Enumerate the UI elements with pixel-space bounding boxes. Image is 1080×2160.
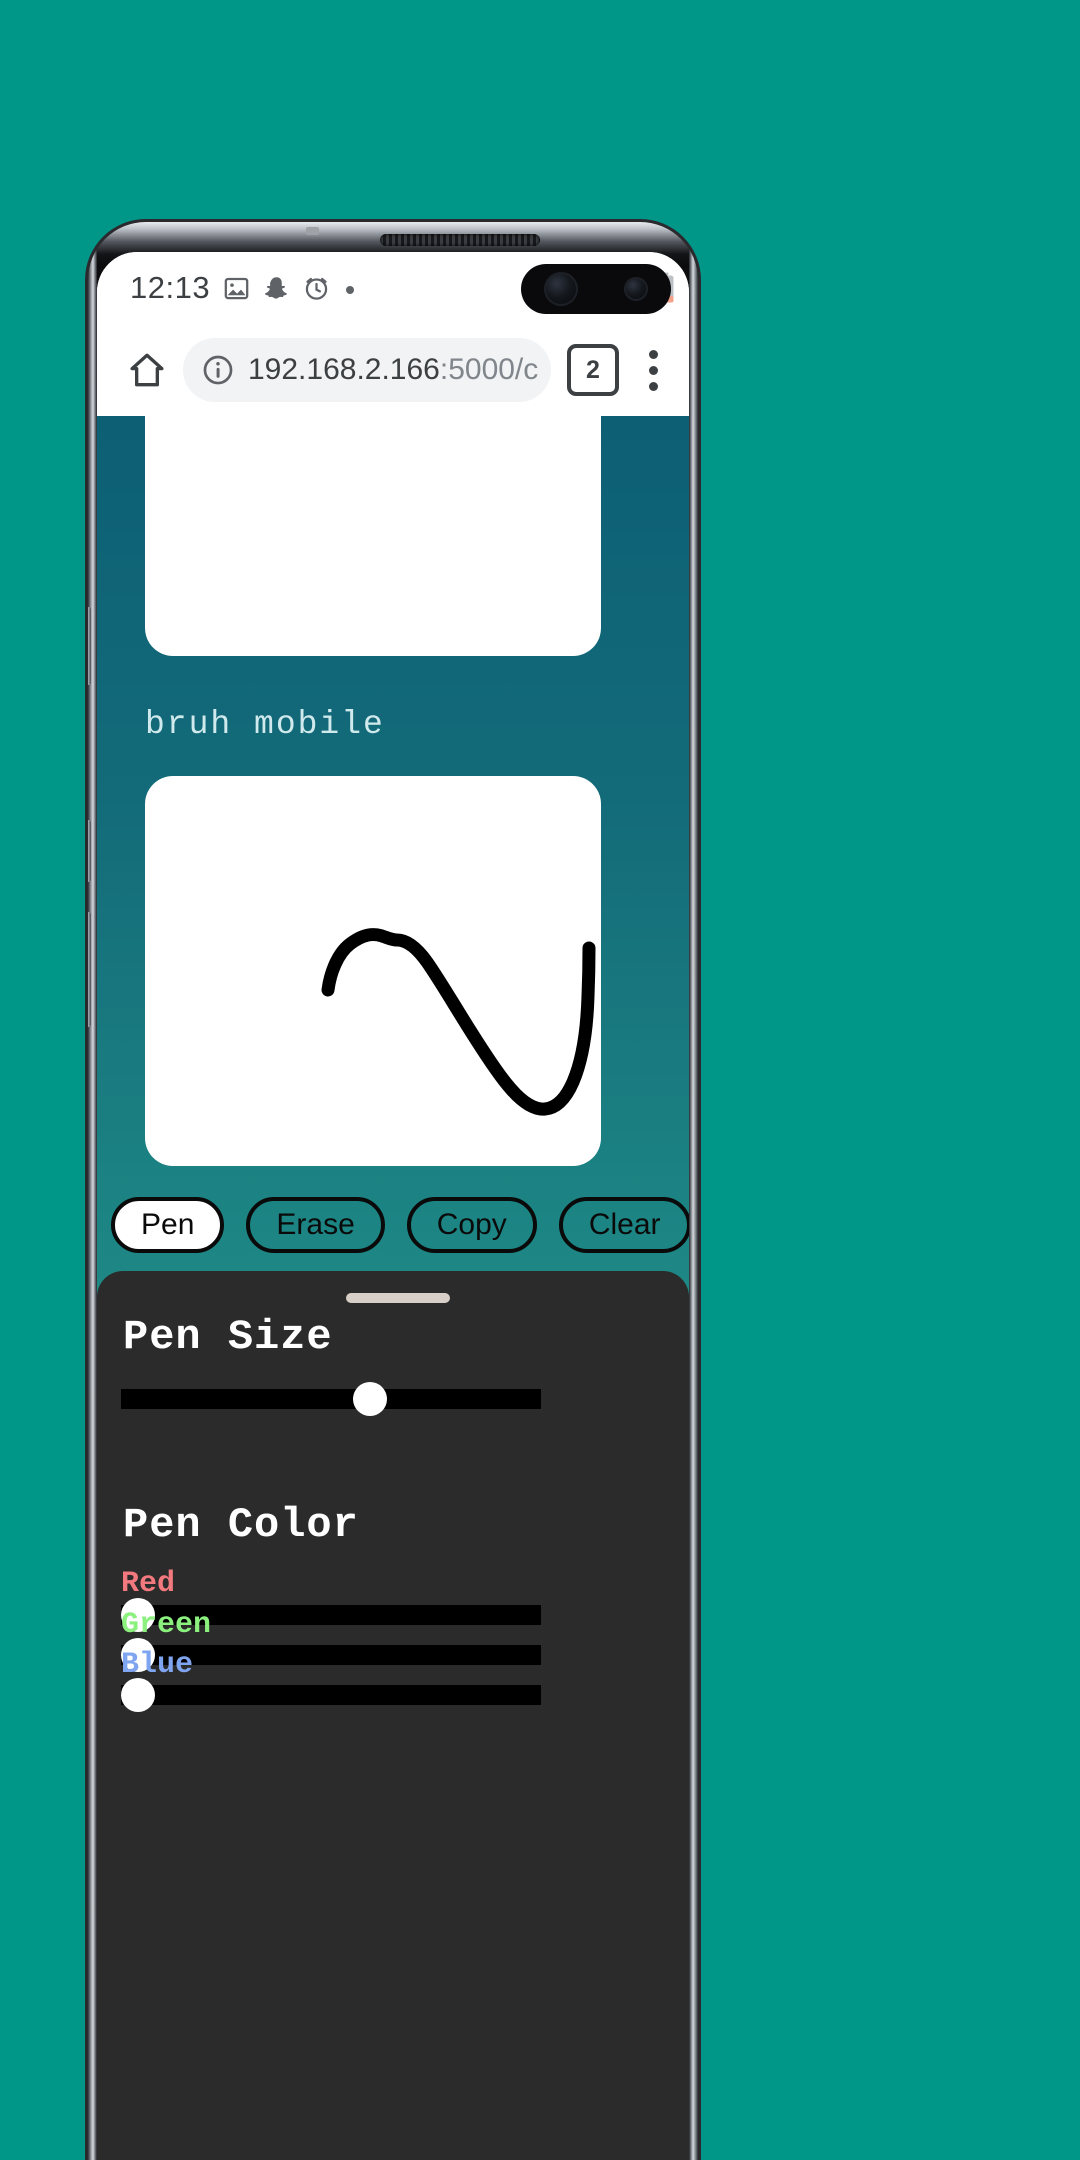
volume-down-button[interactable] [88,820,91,882]
pen-color-heading: Pen Color [123,1501,359,1549]
slider-track [121,1389,541,1409]
pen-settings-sheet: Pen Size Pen Color Red Green Blue [97,1271,689,2160]
earpiece-speaker [380,234,540,246]
blue-channel-label: Blue [121,1648,194,1682]
previous-canvas-card [145,416,601,656]
volume-up-button[interactable] [88,607,91,685]
message-label: bruh mobile [145,706,385,743]
dot-icon [343,281,357,295]
snapchat-icon [263,275,290,302]
url-text: 192.168.2.166:5000/chat?b [248,353,539,387]
tool-button-label: Copy [436,1208,507,1241]
slider-track [121,1685,541,1705]
device-left-rail [88,222,97,2160]
status-bar-left: 12:13 [130,270,357,306]
tool-button-label: Clear [588,1208,661,1241]
pen-size-slider[interactable] [121,1382,541,1416]
power-button[interactable] [88,912,91,1027]
drawing-canvas[interactable] [145,776,601,1166]
phone-screen: 12:13 192.168.2.166:5000/c 2 bruh mobile… [97,252,689,2160]
blue-channel-slider[interactable] [121,1678,541,1712]
green-channel-label: Green [121,1608,212,1642]
tool-button-erase[interactable]: Erase [246,1197,385,1253]
red-channel-label: Red [121,1567,176,1601]
tab-counter-value: 2 [586,355,600,384]
tab-counter-button[interactable]: 2 [567,344,619,396]
home-icon[interactable] [119,342,175,398]
device-right-rail [689,222,698,2160]
pen-size-heading: Pen Size [123,1313,333,1361]
info-circle-icon[interactable] [201,353,235,387]
web-page-content: bruh mobile Pen Erase Copy Clear Pen Siz… [97,416,689,2160]
tool-button-pen[interactable]: Pen [111,1197,225,1253]
alarm-circle-icon [303,275,330,302]
tool-button-copy[interactable]: Copy [406,1197,537,1253]
status-bar: 12:13 [97,252,689,324]
menu-dot [648,381,658,391]
sheet-drag-handle[interactable] [346,1293,450,1303]
tool-button-row: Pen Erase Copy Clear [97,1186,689,1264]
tool-button-label: Pen [141,1208,195,1241]
microphone-dot [306,227,319,235]
overflow-menu-icon[interactable] [633,344,673,396]
browser-toolbar: 192.168.2.166:5000/chat?b 2 [97,324,689,416]
tool-button-label: Erase [276,1208,355,1241]
url-path: :5000/chat?b [439,353,539,386]
slider-thumb[interactable] [121,1678,155,1712]
menu-dot [648,349,658,359]
front-camera-punch-hole [521,264,671,314]
status-clock: 12:13 [130,270,211,305]
slider-thumb[interactable] [352,1382,387,1416]
camera-lens-primary [544,272,578,306]
url-bar[interactable]: 192.168.2.166:5000/chat?b [183,338,551,402]
url-host: 192.168.2.166 [248,353,440,386]
tool-button-clear[interactable]: Clear [558,1197,689,1253]
image-icon [223,275,250,302]
phone-device: 12:13 192.168.2.166:5000/c 2 bruh mobile… [88,222,698,2160]
canvas-stroke [321,928,596,1116]
menu-dot [648,365,658,375]
camera-lens-secondary [624,277,648,301]
